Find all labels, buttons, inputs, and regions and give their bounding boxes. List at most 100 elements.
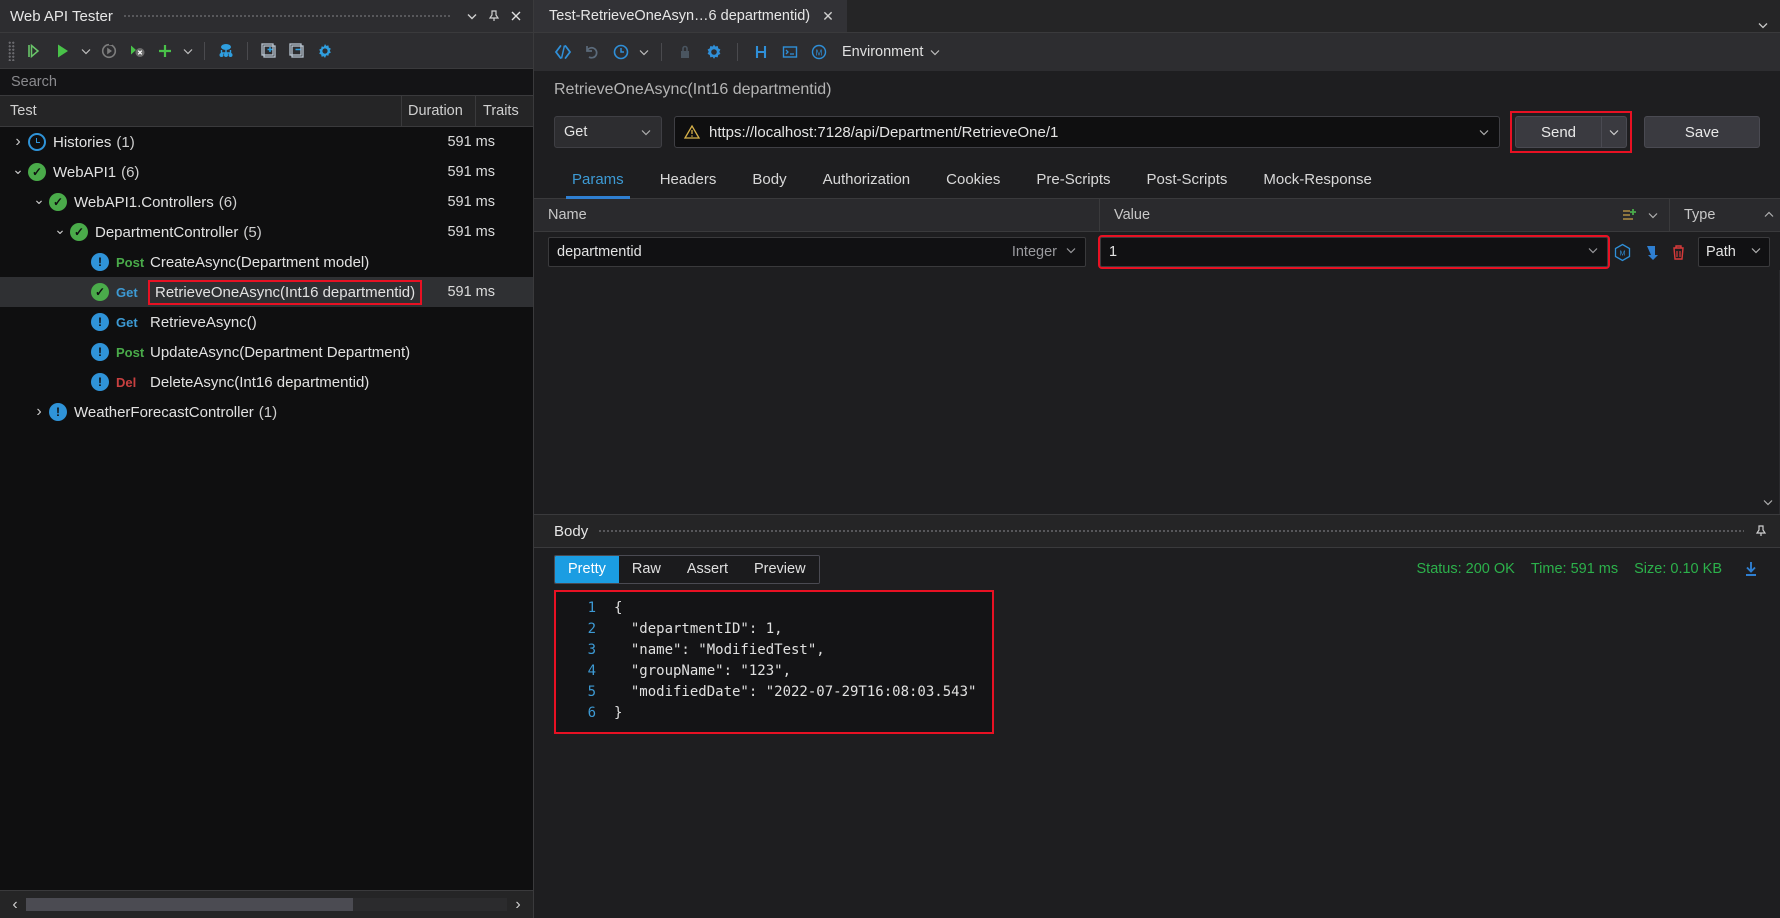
response-view-tab-pretty[interactable]: Pretty [555,556,619,583]
search-bar[interactable] [0,69,533,96]
variables-icon[interactable] [777,39,803,65]
param-type-select[interactable]: Path [1698,237,1770,267]
code-line: 4 "groupName": "123", [562,661,982,682]
send-dropdown-caret[interactable] [1601,116,1627,148]
scroll-right-icon[interactable]: › [507,896,529,914]
download-icon[interactable] [1742,560,1760,578]
not-run-icon [91,253,109,271]
run-icon[interactable] [50,38,76,64]
panel-title: Web API Tester [10,8,113,25]
expand-all-icon[interactable] [256,38,282,64]
test-tree-row[interactable]: WebAPI1 (6)591 ms [0,157,533,187]
param-value-input[interactable]: 1 [1100,237,1608,267]
url-value: https://localhost:7128/api/Department/Re… [709,124,1469,141]
response-view-tab-preview[interactable]: Preview [741,556,819,583]
tabstrip-chevron-down-icon[interactable] [1756,18,1780,32]
lock-icon[interactable] [672,39,698,65]
warning-icon [684,124,700,140]
test-tree-row[interactable]: GetRetrieveAsync() [0,307,533,337]
url-input[interactable]: https://localhost:7128/api/Department/Re… [674,116,1500,148]
test-tree-row[interactable]: DepartmentController (5)591 ms [0,217,533,247]
param-value-caret[interactable] [1587,243,1599,261]
tab-pre-scripts[interactable]: Pre-Scripts [1018,161,1128,198]
scrollbar-thumb[interactable] [26,898,353,911]
column-header-test[interactable]: Test [0,103,401,119]
response-view-tab-assert[interactable]: Assert [674,556,741,583]
tab-body[interactable]: Body [734,161,804,198]
mock-badge-icon[interactable]: M [1608,237,1636,267]
settings-gear-icon[interactable] [312,38,338,64]
close-icon[interactable]: ✕ [822,8,834,25]
tab-params[interactable]: Params [554,161,642,198]
run-failed-icon[interactable] [124,38,150,64]
chevron-right-icon[interactable] [8,133,28,151]
close-icon[interactable] [505,5,527,27]
test-tree-row[interactable]: WeatherForecastController (1) [0,397,533,427]
add-row-icon[interactable] [1621,206,1639,224]
tab-authorization[interactable]: Authorization [805,161,929,198]
history-dropdown-caret[interactable] [637,39,651,65]
scroll-left-icon[interactable]: ‹ [4,896,26,914]
test-tree-row[interactable]: DelDeleteAsync(Int16 departmentid) [0,367,533,397]
add-row-dropdown-caret[interactable] [1647,209,1659,221]
chevron-down-icon[interactable] [8,164,28,181]
mock-icon[interactable]: M [806,39,832,65]
test-tree-row-name-cell: Histories (1) [0,133,401,151]
chevron-down-icon[interactable] [29,194,49,211]
run-dropdown-caret[interactable] [78,38,94,64]
test-tree-row[interactable]: GetRetrieveOneAsync(Int16 departmentid)5… [0,277,533,307]
delete-icon[interactable] [1664,237,1692,267]
test-tree-row[interactable]: WebAPI1.Controllers (6)591 ms [0,187,533,217]
import-icon[interactable] [1636,237,1664,267]
test-tree-row-count: (5) [243,224,261,241]
request-panel: Test-RetrieveOneAsyn…6 departmentid) ✕ [534,0,1780,918]
url-dropdown-caret[interactable] [1478,126,1490,138]
toolbar-separator [204,42,205,60]
params-scroll-up-icon[interactable] [1758,209,1780,221]
chevron-down-icon[interactable] [50,224,70,241]
horizontal-scrollbar[interactable]: ‹ › [0,890,533,918]
response-view-tab-raw[interactable]: Raw [619,556,674,583]
save-button[interactable]: Save [1644,116,1760,148]
run-all-tests-icon[interactable] [22,38,48,64]
params-scroll-down-icon[interactable] [1757,270,1779,514]
undo-icon[interactable] [579,39,605,65]
header-h-icon[interactable] [748,39,774,65]
http-verb-label: Get [116,315,150,330]
chevron-right-icon[interactable] [29,403,49,421]
tab-post-scripts[interactable]: Post-Scripts [1129,161,1246,198]
search-input[interactable] [11,74,522,90]
chevron-down-icon[interactable] [461,5,483,27]
response-vertical-scrollbar[interactable] [1764,590,1780,918]
tab-cookies[interactable]: Cookies [928,161,1018,198]
column-header-traits[interactable]: Traits [475,96,533,126]
gear-icon[interactable] [701,39,727,65]
test-tree-row[interactable]: Histories (1)591 ms [0,127,533,157]
add-dropdown-caret[interactable] [180,38,196,64]
params-value-cell: 1M [1100,234,1692,270]
scrollbar-track[interactable] [26,898,507,911]
tab-mock-response[interactable]: Mock-Response [1245,161,1389,198]
collapse-all-icon[interactable] [284,38,310,64]
group-icon[interactable] [213,38,239,64]
test-tree-row[interactable]: PostUpdateAsync(Department Department) [0,337,533,367]
toolbar-grip[interactable] [8,41,15,61]
test-tree-row[interactable]: PostCreateAsync(Department model) [0,247,533,277]
code-icon[interactable] [550,39,576,65]
response-code-block[interactable]: 1{2 "departmentID": 1,3 "name": "Modifie… [554,590,994,734]
pin-icon[interactable] [483,5,505,27]
document-tab[interactable]: Test-RetrieveOneAsyn…6 departmentid) ✕ [534,0,847,32]
history-icon[interactable] [608,39,634,65]
tab-headers[interactable]: Headers [642,161,735,198]
send-button[interactable]: Send [1515,116,1601,148]
environment-dropdown-caret[interactable] [926,39,944,65]
test-tree-row-duration: 591 ms [401,164,533,180]
code-line-text: { [614,598,622,619]
repeat-icon[interactable] [96,38,122,64]
http-method-select[interactable]: Get [554,116,662,148]
pin-icon[interactable] [1754,524,1768,538]
param-name-input[interactable]: departmentidInteger [548,237,1086,267]
column-header-duration[interactable]: Duration [401,96,475,126]
add-icon[interactable] [152,38,178,64]
param-datatype-caret[interactable] [1065,243,1077,261]
